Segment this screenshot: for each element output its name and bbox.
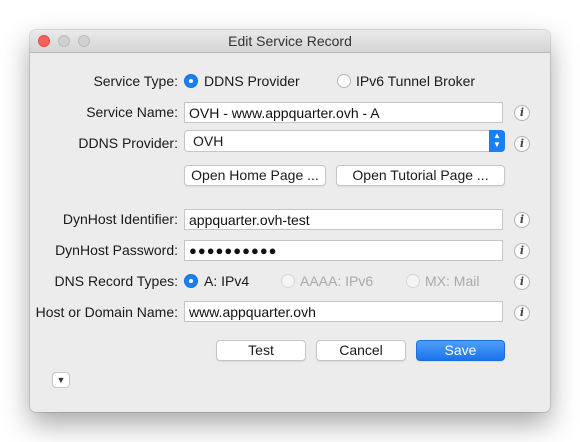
edit-service-record-window: Edit Service Record Service Type: DDNS P… — [30, 30, 550, 412]
ddns-provider-value: OVH — [193, 133, 224, 149]
dns-record-types-label: DNS Record Types: — [54, 273, 178, 289]
test-button[interactable]: Test — [216, 340, 306, 361]
radio-aaaa-ipv6 — [281, 274, 295, 288]
radio-ipv6-tunnel-broker-label[interactable]: IPv6 Tunnel Broker — [356, 73, 475, 89]
radio-a-ipv4[interactable] — [184, 274, 198, 288]
service-name-field[interactable]: OVH - www.appquarter.ovh - A — [184, 102, 503, 123]
service-name-label: Service Name: — [86, 104, 178, 120]
dynhost-identifier-info-icon[interactable]: i — [514, 212, 530, 228]
service-type-label: Service Type: — [93, 73, 178, 89]
radio-a-ipv4-label[interactable]: A: IPv4 — [204, 273, 249, 289]
dynhost-password-label: DynHost Password: — [55, 242, 178, 258]
window-title: Edit Service Record — [228, 33, 352, 49]
save-button[interactable]: Save — [416, 340, 505, 361]
ddns-provider-label: DDNS Provider: — [78, 135, 178, 151]
open-tutorial-page-button[interactable]: Open Tutorial Page ... — [336, 165, 505, 186]
chevron-updown-icon: ▲ ▼ — [489, 130, 505, 152]
dynhost-identifier-field[interactable]: appquarter.ovh-test — [184, 209, 503, 230]
open-home-page-button[interactable]: Open Home Page ... — [184, 165, 326, 186]
dns-record-types-info-icon[interactable]: i — [514, 274, 530, 290]
host-or-domain-label: Host or Domain Name: — [35, 304, 178, 320]
radio-ddns-provider-label[interactable]: DDNS Provider — [204, 73, 300, 89]
ddns-provider-info-icon[interactable]: i — [514, 136, 530, 152]
radio-mx-mail-label: MX: Mail — [425, 273, 480, 289]
service-name-info-icon[interactable]: i — [514, 105, 530, 121]
ddns-provider-select[interactable]: OVH ▲ ▼ — [184, 130, 505, 152]
radio-ipv6-tunnel-broker[interactable] — [337, 74, 351, 88]
host-or-domain-field[interactable]: www.appquarter.ovh — [184, 301, 503, 322]
radio-aaaa-ipv6-label: AAAA: IPv6 — [300, 273, 374, 289]
dynhost-password-info-icon[interactable]: i — [514, 243, 530, 259]
dynhost-password-field[interactable]: ●●●●●●●●●● — [184, 240, 503, 261]
dynhost-identifier-label: DynHost Identifier: — [62, 211, 178, 227]
title-bar: Edit Service Record — [30, 30, 550, 53]
disclosure-chevron-down-icon[interactable]: ▼ — [52, 372, 70, 388]
host-or-domain-info-icon[interactable]: i — [514, 305, 530, 321]
radio-mx-mail — [406, 274, 420, 288]
cancel-button[interactable]: Cancel — [316, 340, 406, 361]
radio-ddns-provider[interactable] — [184, 74, 198, 88]
